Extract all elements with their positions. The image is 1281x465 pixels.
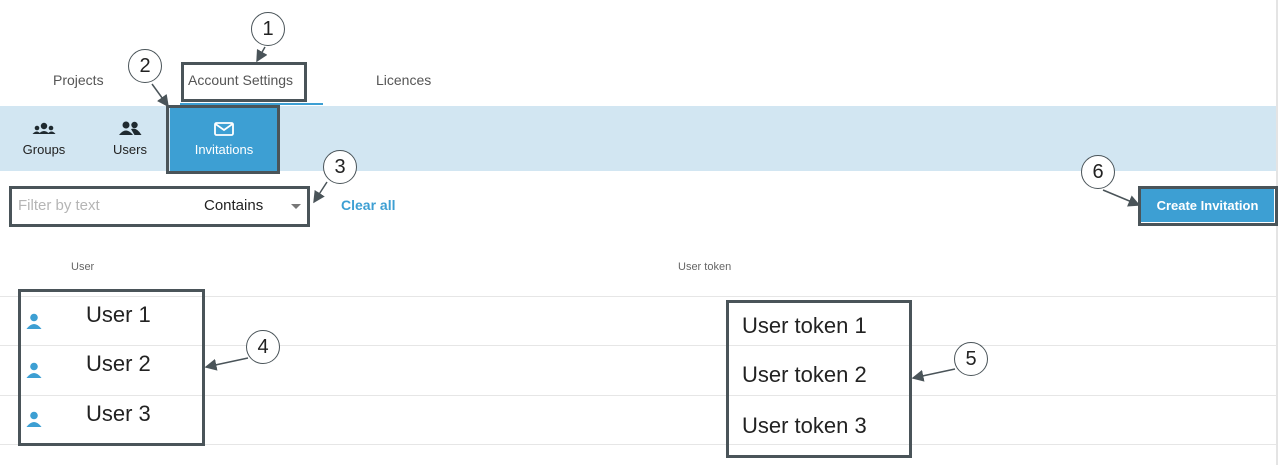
annotation-marker-1: 1 (251, 12, 285, 46)
annotation-marker-3: 3 (323, 150, 357, 184)
annotation-marker-2: 2 (128, 49, 162, 83)
annotation-marker-5: 5 (954, 342, 988, 376)
annotation-marker-6: 6 (1081, 155, 1115, 189)
annotation-arrows (151, 46, 1141, 382)
annotation-marker-4: 4 (246, 330, 280, 364)
